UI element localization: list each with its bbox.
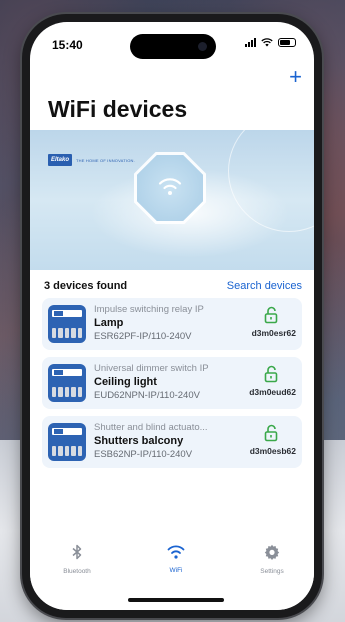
wifi-status-icon (261, 38, 273, 47)
device-model: ESR62PF-IP/110-240V (94, 331, 192, 342)
tab-label: Bluetooth (63, 568, 91, 575)
device-id: d3m0eud62 (249, 387, 296, 397)
tab-label: WiFi (169, 567, 183, 574)
tab-settings[interactable]: Settings (237, 544, 307, 575)
unlock-icon (264, 424, 278, 442)
device-card-shutters-balcony[interactable]: Shutter and blind actuato... Shutters ba… (42, 416, 302, 468)
add-device-button[interactable]: + (289, 66, 302, 88)
phone-frame: 15:40 + WiFi devices Eltako THE HOME OF … (22, 14, 322, 618)
wifi-hero-icon (158, 178, 182, 195)
list-header: 3 devices found Search devices (44, 280, 302, 292)
brand-tagline: THE HOME OF INNOVATION. (76, 157, 135, 163)
device-icon (48, 423, 86, 461)
device-type: Impulse switching relay IP (94, 304, 204, 315)
battery-icon (278, 38, 296, 47)
device-card-lamp[interactable]: Impulse switching relay IP Lamp ESR62PF-… (42, 298, 302, 350)
wifi-icon (167, 545, 185, 559)
tab-bar: Bluetooth WiFi Settings (30, 530, 314, 610)
device-type: Shutter and blind actuato... (94, 422, 208, 433)
camera (198, 42, 207, 51)
hero-banner: Eltako THE HOME OF INNOVATION. (30, 130, 314, 270)
page-title: WiFi devices (48, 96, 188, 122)
device-type: Universal dimmer switch IP (94, 363, 209, 374)
signal-icon (245, 38, 256, 47)
device-count: 3 devices found (44, 280, 128, 292)
brand-name: Eltako (48, 154, 73, 166)
device-name: Shutters balcony (94, 435, 184, 447)
search-devices-button[interactable]: Search devices (227, 280, 302, 292)
tab-label: Settings (260, 568, 284, 575)
device-model: ESB62NP-IP/110-240V (94, 449, 193, 460)
unlock-icon (264, 306, 278, 324)
brand-logo: Eltako THE HOME OF INNOVATION. (48, 154, 135, 166)
device-id: d3m0esr62 (251, 328, 296, 338)
dynamic-island (130, 34, 216, 59)
status-time: 15:40 (52, 38, 83, 52)
phone-screen: 15:40 + WiFi devices Eltako THE HOME OF … (30, 22, 314, 610)
unlock-icon (264, 365, 278, 383)
home-indicator (128, 598, 224, 602)
status-icons (245, 38, 296, 47)
device-id: d3m0esb62 (249, 446, 296, 456)
gear-icon (264, 544, 280, 560)
device-name: Lamp (94, 317, 124, 329)
device-icon (48, 364, 86, 402)
device-name: Ceiling light (94, 376, 157, 388)
device-card-ceiling-light[interactable]: Universal dimmer switch IP Ceiling light… (42, 357, 302, 409)
tab-wifi[interactable]: WiFi (141, 544, 211, 574)
device-list: Impulse switching relay IP Lamp ESR62PF-… (42, 298, 302, 468)
bluetooth-icon (72, 544, 82, 560)
device-model: EUD62NPN-IP/110-240V (94, 390, 200, 401)
tab-bluetooth[interactable]: Bluetooth (42, 544, 112, 575)
device-icon (48, 305, 86, 343)
